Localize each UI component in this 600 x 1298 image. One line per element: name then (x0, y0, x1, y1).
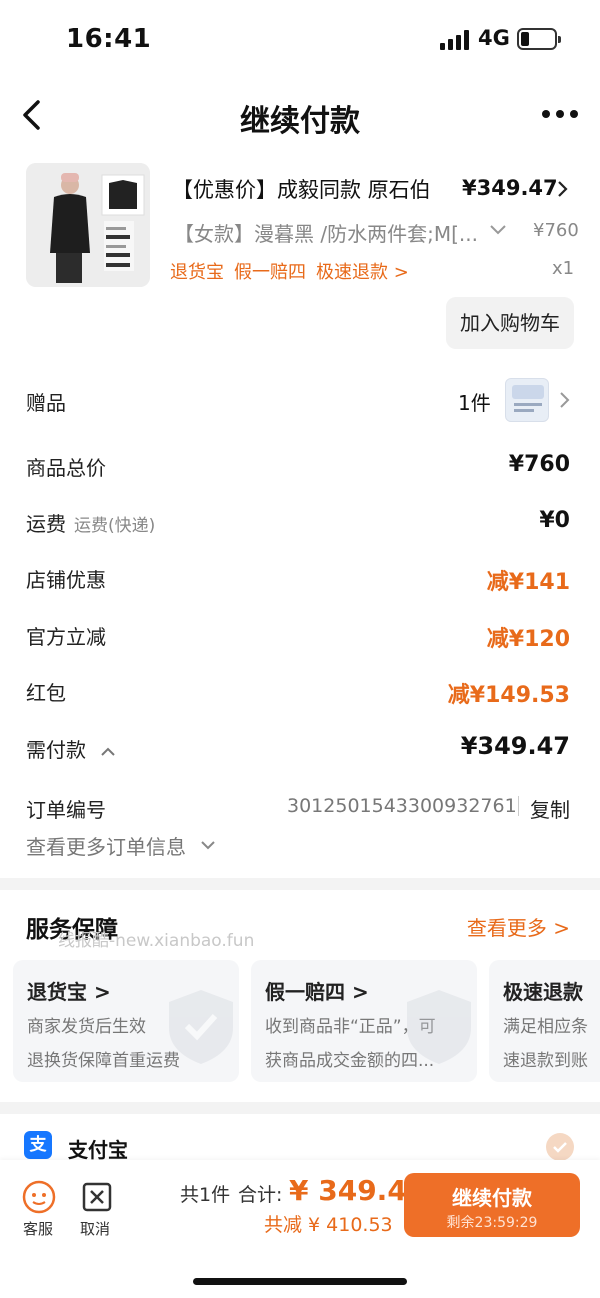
tag-fake-compensation[interactable]: 假一赔四 (234, 262, 306, 283)
shipping-method: 运费(快递) (74, 516, 156, 536)
card-desc: 速退款到账 (503, 1051, 588, 1071)
divider (518, 796, 519, 816)
official-discount-value: 减¥120 (486, 627, 570, 652)
red-packet-label: 红包 (26, 681, 66, 705)
cancel-label[interactable]: 取消 (80, 1218, 110, 1239)
item-count: 共1件 (180, 1184, 231, 1206)
nav-bar: 继续付款 (0, 80, 600, 150)
add-to-cart-button[interactable]: 加入购物车 (446, 297, 574, 349)
product-spec[interactable]: 【女款】漫暮黑 /防水两件套;M[... (174, 218, 478, 247)
more-icon[interactable] (540, 106, 580, 122)
home-indicator (193, 1278, 407, 1285)
customer-service-icon[interactable] (22, 1180, 56, 1214)
status-time: 16:41 (66, 24, 152, 54)
section-divider (0, 1102, 600, 1114)
card-title: 退货宝 > (27, 980, 111, 1004)
chevron-right-icon[interactable] (559, 391, 571, 409)
chevron-down-icon[interactable] (200, 840, 216, 850)
cancel-icon[interactable] (80, 1180, 114, 1214)
alipay-icon: 支 (24, 1131, 52, 1159)
amount-due-value: ¥349.47 (460, 732, 570, 760)
battery-icon (517, 28, 561, 50)
order-number-label: 订单编号 (26, 798, 106, 822)
order-number: 3012501543300932761 (287, 795, 517, 817)
store-discount-value: 减¥141 (486, 570, 570, 595)
network-type: 4G (478, 26, 510, 50)
product-quantity: x1 (552, 258, 575, 279)
more-order-info-link[interactable]: 查看更多订单信息 (26, 831, 186, 860)
pay-countdown: 剩余23:59:29 (446, 1215, 538, 1231)
goods-total-label: 商品总价 (26, 456, 106, 480)
service-card-return[interactable]: 退货宝 > 商家发货后生效 退换货保障首重运费 (13, 960, 239, 1082)
page-title: 继续付款 (240, 104, 360, 139)
shipping-value: ¥0 (539, 508, 570, 533)
pay-button-label: 继续付款 (452, 1186, 532, 1210)
product-price: ¥349.47 (462, 176, 558, 200)
shield-icon (407, 990, 471, 1064)
service-tags[interactable]: 退货宝 假一赔四 极速退款 > (170, 258, 419, 284)
total-label: 合计: (238, 1184, 283, 1206)
watermark: 线报酷-new.xianbao.fun (58, 931, 255, 951)
chevron-down-icon[interactable] (489, 224, 507, 236)
payment-method-name[interactable]: 支付宝 (68, 1134, 128, 1163)
service-card-refund[interactable]: 极速退款 满足相应条 速退款到账 (489, 960, 600, 1082)
card-title: 极速退款 (503, 980, 583, 1004)
amount-due-label[interactable]: 需付款 (26, 734, 116, 763)
signal-icon (440, 30, 469, 50)
continue-pay-button[interactable]: 继续付款 剩余23:59:29 (404, 1173, 580, 1237)
card-desc: 商家发货后生效 (27, 1017, 146, 1037)
official-discount-label: 官方立减 (26, 625, 106, 649)
chevron-right-icon[interactable] (557, 180, 569, 198)
tag-return-insurance[interactable]: 退货宝 (170, 262, 224, 283)
status-bar: 16:41 4G (0, 0, 600, 80)
customer-service-label[interactable]: 客服 (23, 1218, 53, 1239)
amount-due-text: 需付款 (26, 738, 86, 762)
checkmark-icon[interactable] (546, 1133, 574, 1161)
total-saved: 共减 ¥ 410.53 (264, 1214, 393, 1236)
card-title: 假一赔四 > (265, 980, 369, 1004)
product-image[interactable] (26, 163, 150, 287)
card-desc: 满足相应条 (503, 1017, 588, 1037)
shipping-label: 运费 运费(快递) (26, 508, 155, 537)
service-card-compensation[interactable]: 假一赔四 > 收到商品非“正品”，可 获商品成交金额的四... (251, 960, 477, 1082)
original-price: ¥760 (533, 220, 579, 241)
tag-fast-refund[interactable]: 极速退款 > (316, 262, 409, 283)
view-more-link[interactable]: 查看更多 > (467, 912, 570, 941)
gift-quantity[interactable]: 1件 (458, 387, 491, 416)
product-title[interactable]: 【优惠价】成毅同款 原石伯 (172, 174, 431, 204)
red-packet-value: 减¥149.53 (447, 683, 570, 708)
shield-icon (169, 990, 233, 1064)
card-desc: 退换货保障首重运费 (27, 1051, 180, 1071)
goods-total-value: ¥760 (508, 452, 570, 477)
gift-image[interactable] (505, 378, 549, 422)
copy-button[interactable]: 复制 (530, 794, 570, 823)
chevron-up-icon[interactable] (100, 747, 116, 757)
shipping-label-text: 运费 (26, 512, 66, 536)
gift-label: 赠品 (26, 391, 66, 415)
section-divider (0, 878, 600, 890)
store-discount-label: 店铺优惠 (26, 568, 106, 592)
